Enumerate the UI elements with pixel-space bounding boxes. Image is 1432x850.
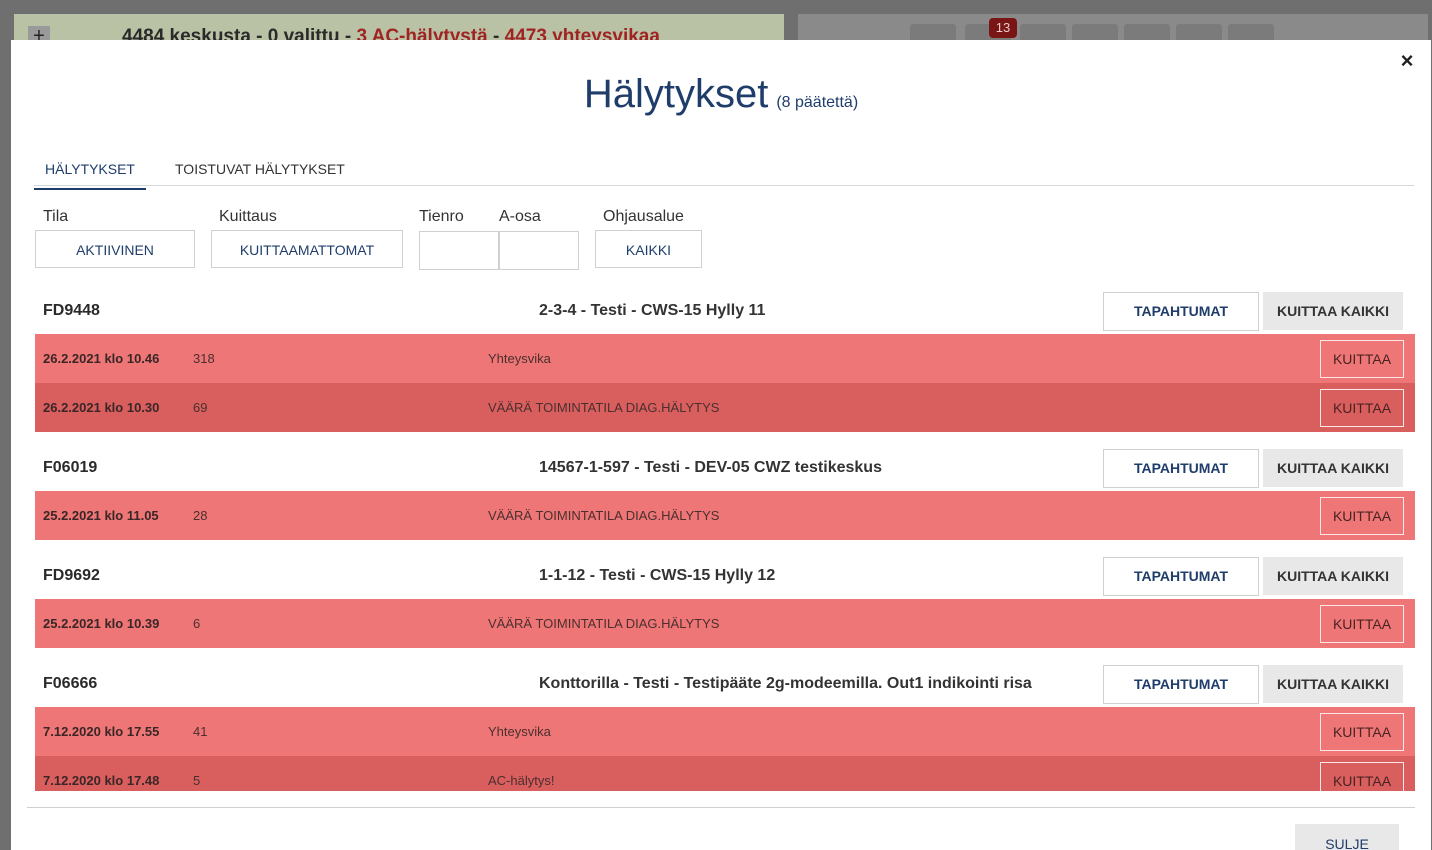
close-icon[interactable]: × bbox=[1397, 48, 1417, 74]
alarm-date: 7.12.2020 klo 17.55 bbox=[43, 724, 160, 739]
acknowledge-all-button[interactable]: KUITTAA KAIKKI bbox=[1263, 557, 1403, 595]
alarm-description: Yhteysvika bbox=[488, 724, 551, 739]
alarm-row: 7.12.2020 klo 17.48 5 AC-hälytys! KUITTA… bbox=[35, 756, 1415, 791]
terminal-group: FD9692 1-1-12 - Testi - CWS-15 Hylly 12 … bbox=[35, 553, 1415, 648]
filter-label-tila: Tila bbox=[43, 208, 69, 225]
acknowledge-button[interactable]: KUITTAA bbox=[1320, 340, 1404, 378]
footer-divider bbox=[27, 807, 1415, 808]
acknowledge-button[interactable]: KUITTAA bbox=[1320, 605, 1404, 643]
terminal-header: FD9692 1-1-12 - Testi - CWS-15 Hylly 12 … bbox=[35, 553, 1415, 599]
alarm-count: 28 bbox=[193, 508, 208, 523]
terminal-group: FD9448 2-3-4 - Testi - CWS-15 Hylly 11 T… bbox=[35, 288, 1415, 432]
terminal-header: F06019 14567-1-597 - Testi - DEV-05 CWZ … bbox=[35, 445, 1415, 491]
alarm-count: 69 bbox=[193, 400, 208, 415]
terminal-header: F06666 Konttorilla - Testi - Testipääte … bbox=[35, 661, 1415, 707]
filter-label-tienro: Tienro bbox=[419, 208, 464, 225]
alarm-count: 318 bbox=[193, 351, 215, 366]
filter-aosa-input[interactable] bbox=[499, 231, 579, 270]
alarm-description: Yhteysvika bbox=[488, 351, 551, 366]
acknowledge-button[interactable]: KUITTAA bbox=[1320, 713, 1404, 751]
dialog-title: Hälytykset bbox=[583, 72, 769, 116]
terminal-id: FD9448 bbox=[43, 302, 100, 319]
tab-recurring-alarms[interactable]: TOISTUVAT HÄLYTYKSET bbox=[164, 161, 356, 188]
terminal-name: 2-3-4 - Testi - CWS-15 Hylly 11 bbox=[539, 302, 766, 319]
alarm-description: VÄÄRÄ TOIMINTATILA DIAG.HÄLYTYS bbox=[488, 508, 720, 523]
filter-tienro-input[interactable] bbox=[419, 231, 499, 270]
tab-bar: HÄLYTYKSET TOISTUVAT HÄLYTYKSET bbox=[34, 152, 1414, 190]
alarm-count: 41 bbox=[193, 724, 208, 739]
dialog-subtitle: (8 päätettä) bbox=[776, 94, 859, 111]
filter-ohjausalue-select[interactable]: KAIKKI bbox=[595, 230, 702, 268]
acknowledge-button[interactable]: KUITTAA bbox=[1320, 389, 1404, 427]
events-button[interactable]: TAPAHTUMAT bbox=[1103, 449, 1259, 488]
events-button[interactable]: TAPAHTUMAT bbox=[1103, 292, 1259, 331]
alarm-count: 5 bbox=[193, 773, 201, 788]
alarm-row: 25.2.2021 klo 11.05 28 VÄÄRÄ TOIMINTATIL… bbox=[35, 491, 1415, 540]
acknowledge-all-button[interactable]: KUITTAA KAIKKI bbox=[1263, 449, 1403, 487]
terminal-name: 14567-1-597 - Testi - DEV-05 CWZ testike… bbox=[539, 459, 882, 476]
tab-alarms[interactable]: HÄLYTYKSET bbox=[34, 161, 146, 190]
filter-label-ohjausalue: Ohjausalue bbox=[603, 208, 684, 225]
alarm-date: 7.12.2020 klo 17.48 bbox=[43, 773, 160, 788]
alarm-date: 25.2.2021 klo 10.39 bbox=[43, 616, 160, 631]
alarm-row: 25.2.2021 klo 10.39 6 VÄÄRÄ TOIMINTATILA… bbox=[35, 599, 1415, 648]
filter-label-kuittaus: Kuittaus bbox=[219, 208, 277, 225]
terminal-header: FD9448 2-3-4 - Testi - CWS-15 Hylly 11 T… bbox=[35, 288, 1415, 334]
alarm-date: 25.2.2021 klo 11.05 bbox=[43, 508, 159, 523]
terminal-name: 1-1-12 - Testi - CWS-15 Hylly 12 bbox=[539, 567, 776, 584]
filter-kuittaus-select[interactable]: KUITTAAMATTOMAT bbox=[211, 230, 403, 268]
alarm-date: 26.2.2021 klo 10.30 bbox=[43, 400, 160, 415]
acknowledge-button[interactable]: KUITTAA bbox=[1320, 762, 1404, 791]
filter-label-aosa: A-osa bbox=[499, 208, 541, 225]
events-button[interactable]: TAPAHTUMAT bbox=[1103, 557, 1259, 596]
alarm-description: VÄÄRÄ TOIMINTATILA DIAG.HÄLYTYS bbox=[488, 400, 720, 415]
terminal-id: F06666 bbox=[43, 675, 98, 692]
alarm-count: 6 bbox=[193, 616, 201, 631]
terminal-id: F06019 bbox=[43, 459, 98, 476]
alarm-row: 7.12.2020 klo 17.55 41 Yhteysvika KUITTA… bbox=[35, 707, 1415, 756]
acknowledge-all-button[interactable]: KUITTAA KAIKKI bbox=[1263, 292, 1403, 330]
notification-badge: 13 bbox=[989, 18, 1017, 38]
alarm-row: 26.2.2021 klo 10.46 318 Yhteysvika KUITT… bbox=[35, 334, 1415, 383]
alarms-dialog: × Hälytykset (8 päätettä) HÄLYTYKSET TOIS… bbox=[11, 40, 1431, 850]
acknowledge-button[interactable]: KUITTAA bbox=[1320, 497, 1404, 535]
filter-tila-select[interactable]: AKTIIVINEN bbox=[35, 230, 195, 268]
acknowledge-all-button[interactable]: KUITTAA KAIKKI bbox=[1263, 665, 1403, 703]
close-dialog-button[interactable]: SULJE bbox=[1295, 824, 1399, 850]
events-button[interactable]: TAPAHTUMAT bbox=[1103, 665, 1259, 704]
terminal-name: Konttorilla - Testi - Testipääte 2g-mode… bbox=[539, 675, 1032, 692]
alarm-date: 26.2.2021 klo 10.46 bbox=[43, 351, 160, 366]
terminal-id: FD9692 bbox=[43, 567, 100, 584]
alarm-description: AC-hälytys! bbox=[488, 773, 555, 788]
alarm-description: VÄÄRÄ TOIMINTATILA DIAG.HÄLYTYS bbox=[488, 616, 720, 631]
terminal-group: F06666 Konttorilla - Testi - Testipääte … bbox=[35, 661, 1415, 791]
dialog-header: Hälytykset (8 päätettä) bbox=[11, 72, 1431, 117]
alarm-row: 26.2.2021 klo 10.30 69 VÄÄRÄ TOIMINTATIL… bbox=[35, 383, 1415, 432]
alarm-list[interactable]: FD9448 2-3-4 - Testi - CWS-15 Hylly 11 T… bbox=[35, 288, 1415, 791]
terminal-group: F06019 14567-1-597 - Testi - DEV-05 CWZ … bbox=[35, 445, 1415, 540]
